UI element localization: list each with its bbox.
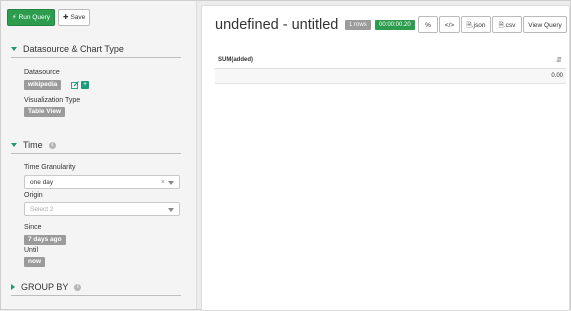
table-row: 0.00 xyxy=(215,69,566,84)
section-title: Time xyxy=(23,140,43,150)
view-query-label: View Query xyxy=(528,22,562,29)
section-title: Datasource & Chart Type xyxy=(23,44,124,54)
row-count-badge: 1 rows xyxy=(345,20,371,30)
sidebar: ⚡︎ Run Query ✚ Save Datasource & Chart T… xyxy=(1,1,197,309)
select-placeholder: Select 2 xyxy=(30,206,54,213)
json-label: .json xyxy=(471,22,486,29)
sort-icon[interactable]: ⇵ xyxy=(556,53,562,69)
chevron-down-icon xyxy=(168,181,174,185)
plus-circle-icon: ✚ xyxy=(63,14,69,21)
view-query-button[interactable]: View Query xyxy=(523,16,567,33)
section-datasource-header[interactable]: Datasource & Chart Type xyxy=(11,41,181,58)
page-title: undefined - untitled xyxy=(215,17,339,33)
edit-icon[interactable] xyxy=(71,81,79,89)
csv-button[interactable]: 🗎︎.csv xyxy=(492,16,522,33)
origin-label: Origin xyxy=(24,192,43,199)
table-cell: 0.00 xyxy=(551,73,563,79)
json-button[interactable]: 🗎︎.json xyxy=(461,16,491,33)
origin-select[interactable]: Select 2 xyxy=(24,202,180,216)
add-datasource-icon[interactable]: + xyxy=(81,81,89,89)
csv-label: .csv xyxy=(503,22,516,29)
since-label: Since xyxy=(24,224,42,231)
link-button[interactable]: % xyxy=(418,16,438,33)
query-toolbar: ⚡︎ Run Query ✚ Save xyxy=(7,9,91,26)
section-title: GROUP BY xyxy=(21,282,69,292)
datasource-tag[interactable]: wikipedia xyxy=(24,80,62,90)
time-granularity-label: Time Granularity xyxy=(24,164,76,171)
embed-button[interactable]: </> xyxy=(439,16,460,33)
chevron-down-icon xyxy=(168,208,174,212)
run-query-button[interactable]: ⚡︎ Run Query xyxy=(7,9,56,26)
bolt-icon: ⚡︎ xyxy=(12,14,17,21)
save-label: Save xyxy=(70,14,86,21)
time-granularity-select[interactable]: one day × xyxy=(24,175,180,189)
results-panel: undefined - untitled 1 rows 00:00:00.20 … xyxy=(201,5,570,311)
info-icon[interactable]: i xyxy=(48,141,56,149)
save-button[interactable]: ✚ Save xyxy=(58,9,91,26)
datasource-label: Datasource xyxy=(24,69,60,76)
query-time-badge: 00:00:00.20 xyxy=(375,20,415,30)
info-icon[interactable]: i xyxy=(74,283,82,291)
column-header-sum-added[interactable]: SUM(added) xyxy=(218,52,253,68)
until-label: Until xyxy=(24,247,39,254)
since-tag[interactable]: 7 days ago xyxy=(24,235,66,245)
section-groupby-header[interactable]: GROUP BY i xyxy=(11,279,181,296)
viz-type-tag[interactable]: Table View xyxy=(24,107,65,117)
until-tag[interactable]: now xyxy=(24,257,45,267)
caret-down-icon xyxy=(11,47,17,51)
caret-right-icon xyxy=(11,284,15,290)
code-icon: </> xyxy=(444,22,455,29)
clear-icon[interactable]: × xyxy=(161,176,165,190)
section-time-header[interactable]: Time i xyxy=(11,137,181,154)
link-icon: % xyxy=(425,22,431,29)
select-value: one day xyxy=(30,179,54,186)
table-header: SUM(added) ⇵ xyxy=(215,52,566,69)
viz-type-label: Visualization Type xyxy=(24,97,81,104)
caret-down-icon xyxy=(11,143,17,147)
run-query-label: Run Query xyxy=(18,14,51,21)
